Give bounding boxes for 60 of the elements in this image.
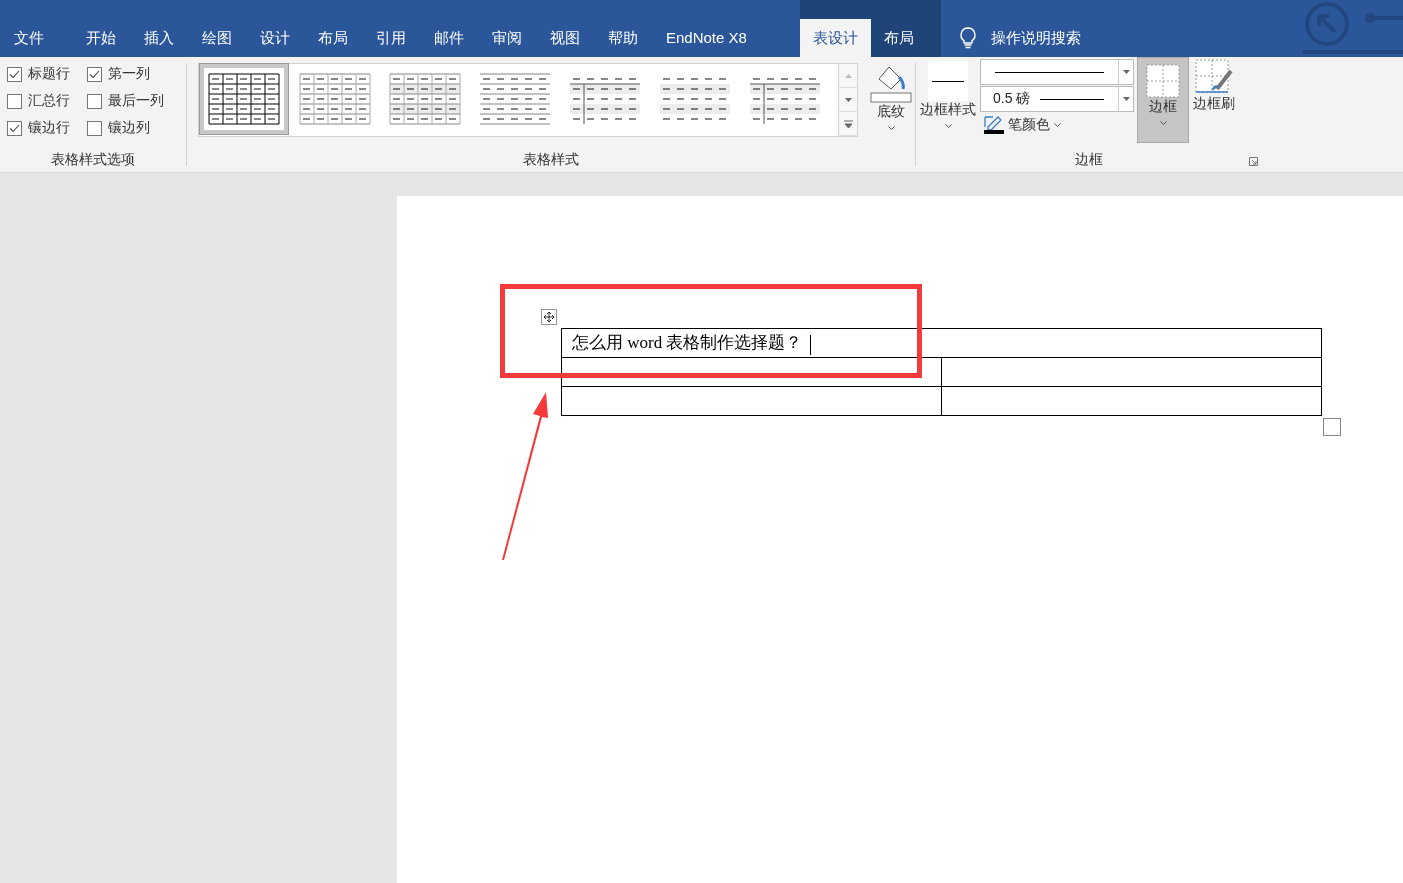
ribbon-tab[interactable]: 布局 [304, 19, 362, 57]
checkbox[interactable] [7, 93, 22, 109]
shading-button[interactable]: 底纹 [866, 63, 916, 132]
ribbon-tab[interactable]: 插入 [130, 19, 188, 57]
table-cell[interactable] [941, 357, 1322, 387]
ribbon-tab[interactable]: 审阅 [478, 19, 536, 57]
pen-color-button[interactable]: 笔颜色 [984, 116, 1134, 134]
checkbox[interactable] [7, 120, 22, 136]
group-label: 表格样式选项 [51, 151, 135, 169]
table-cell[interactable] [561, 386, 942, 416]
chevron-down-icon [1159, 121, 1167, 125]
table-move-handle-icon[interactable] [541, 309, 557, 325]
checkbox-label: 最后一列 [108, 92, 164, 110]
checkbox-label: 镶边行 [28, 119, 70, 137]
dropdown-arrow-icon [1122, 97, 1130, 101]
table-style-thumbnail[interactable] [200, 64, 288, 134]
scroll-down-button[interactable] [839, 88, 857, 112]
ribbon-tab[interactable]: EndNote X8 [652, 19, 761, 57]
dialog-launcher-icon [1249, 157, 1258, 166]
checkbox-label: 汇总行 [28, 92, 70, 110]
tell-me-search[interactable]: 操作说明搜索 [958, 19, 1081, 57]
gallery-more-button[interactable] [839, 112, 857, 136]
checkbox-label: 第一列 [108, 65, 150, 83]
chevron-down-icon [887, 126, 895, 130]
chevron-down-icon [944, 124, 952, 128]
ribbon-tab[interactable]: 文件 [0, 19, 72, 57]
ribbon-tab[interactable]: 视图 [536, 19, 594, 57]
ribbon-tab[interactable]: 布局 [870, 19, 927, 57]
lightbulb-icon [958, 27, 977, 49]
triangle-up-icon [844, 73, 852, 78]
checkbox[interactable] [87, 93, 102, 109]
table-cell[interactable] [941, 386, 1322, 416]
checkbox[interactable] [87, 120, 102, 136]
table-cell[interactable]: 怎么用 word 表格制作选择题？ [561, 328, 1322, 358]
checkbox[interactable] [7, 66, 22, 82]
group-label: 边框 [1075, 151, 1103, 169]
line-weight-dropdown[interactable]: 0.5 磅 [980, 86, 1134, 112]
checkbox-label: 镶边列 [108, 119, 150, 137]
checkbox-label: 标题行 [28, 65, 70, 83]
ribbon-tab[interactable]: 开始 [72, 19, 130, 57]
table-resize-handle[interactable] [1323, 418, 1341, 436]
pencil-icon [984, 116, 1004, 134]
ribbon-tab[interactable]: 引用 [362, 19, 420, 57]
ribbon-tab[interactable]: 设计 [246, 19, 304, 57]
ribbon-tab[interactable]: 表设计 [799, 19, 871, 57]
ribbon-tab[interactable]: 邮件 [420, 19, 478, 57]
line-style-dropdown[interactable] [980, 59, 1134, 85]
border-painter-button[interactable]: 边框刷 [1189, 57, 1239, 115]
borders-button[interactable]: 边框 [1137, 57, 1189, 143]
checkbox[interactable] [87, 66, 102, 82]
group-label: 表格样式 [523, 151, 579, 169]
more-arrow-icon [843, 119, 853, 128]
ribbon-tab[interactable]: 帮助 [594, 19, 652, 57]
dropdown-arrow-icon [1122, 70, 1130, 74]
triangle-down-icon [844, 97, 852, 102]
ribbon-tab[interactable]: 绘图 [188, 19, 246, 57]
chevron-down-icon [1054, 123, 1061, 127]
table-cell[interactable] [561, 357, 942, 387]
borders-grid-icon [1146, 64, 1180, 98]
border-styles-button[interactable]: 边框样式 [916, 57, 980, 130]
